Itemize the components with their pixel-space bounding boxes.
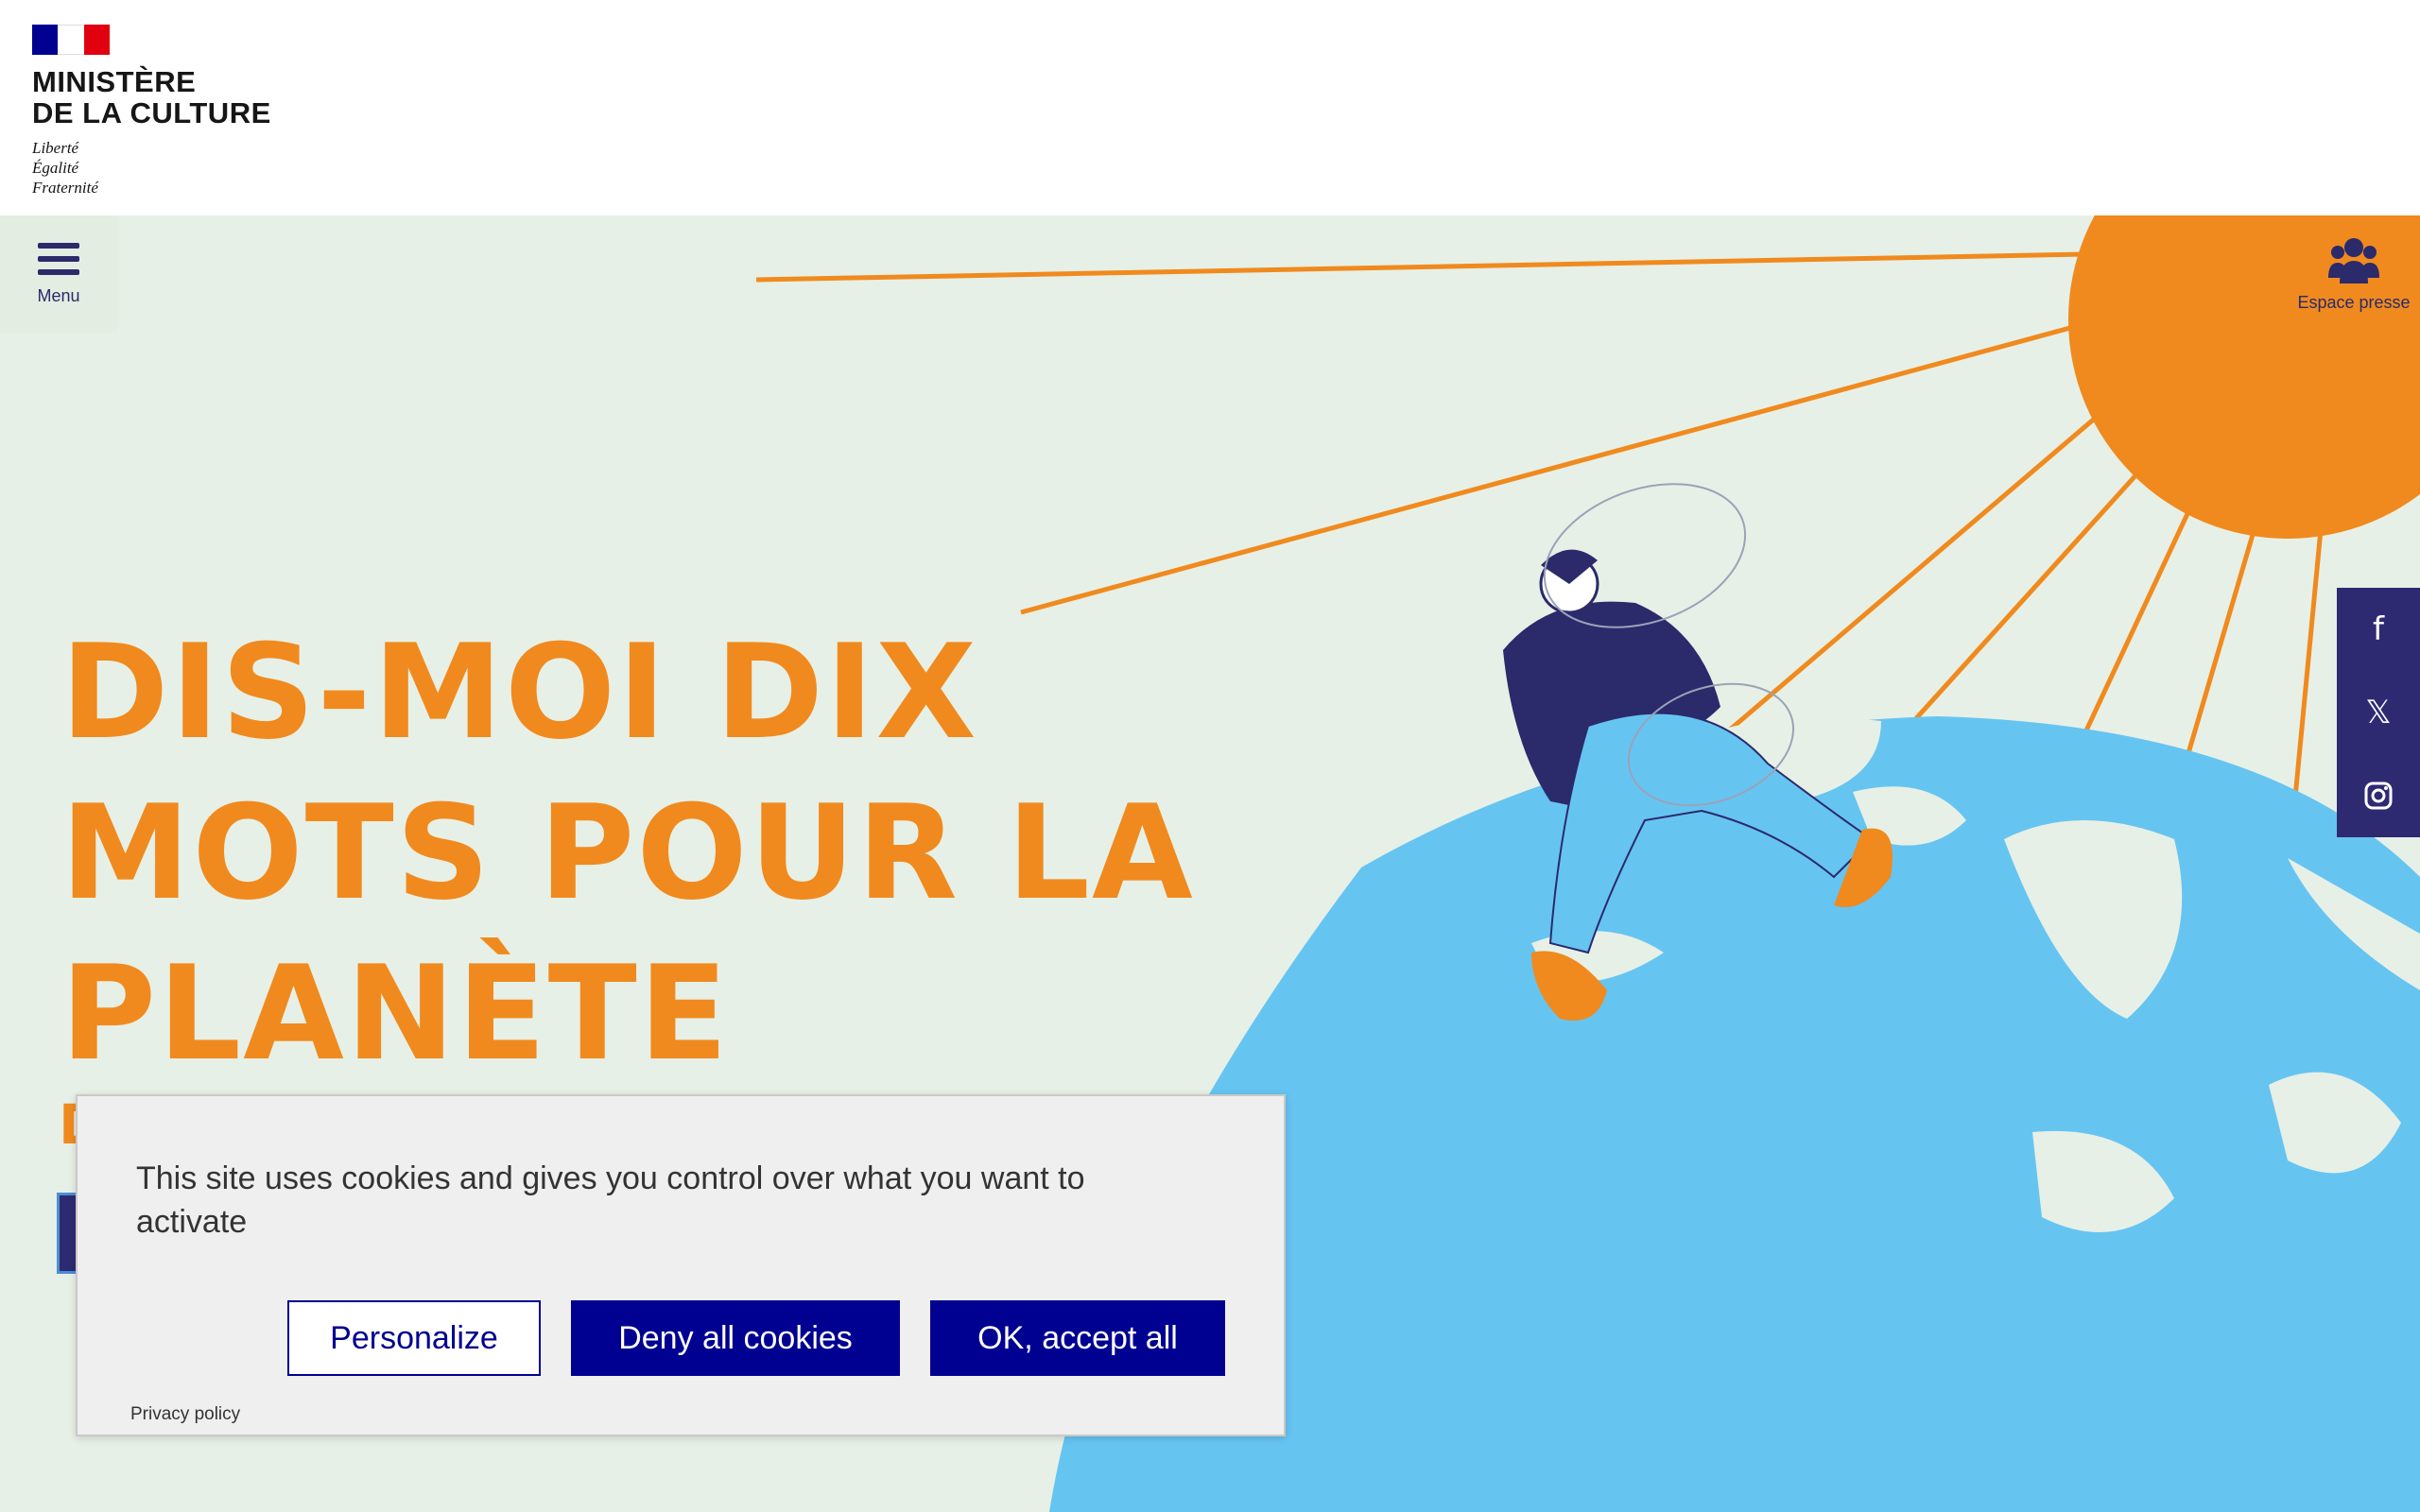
- deny-all-cookies-button[interactable]: Deny all cookies: [571, 1300, 900, 1376]
- press-space-button[interactable]: Espace presse: [2288, 215, 2420, 333]
- hero-title: DIS-MOI DIX MOTS POUR LA PLANÈTE: [60, 616, 1195, 1090]
- users-group-icon: [2328, 237, 2379, 284]
- instagram-icon[interactable]: [2337, 754, 2420, 837]
- personalize-button[interactable]: Personalize: [287, 1300, 541, 1376]
- menu-button[interactable]: Menu: [0, 215, 117, 333]
- republic-flag-icon: [32, 25, 110, 55]
- menu-label: Menu: [37, 285, 80, 305]
- x-icon[interactable]: 𝕏: [2337, 671, 2420, 754]
- accept-all-cookies-button[interactable]: OK, accept all: [930, 1300, 1225, 1376]
- social-share-bar: f 𝕏: [2337, 588, 2420, 837]
- press-space-label: Espace presse: [2297, 292, 2411, 312]
- site-header: MINISTÈRE DE LA CULTURE Liberté Égalité …: [0, 0, 2420, 215]
- republic-motto: Liberté Égalité Fraternité: [32, 139, 98, 197]
- ministry-name: MINISTÈRE DE LA CULTURE: [32, 65, 271, 129]
- cookie-message: This site uses cookies and gives you con…: [136, 1160, 1085, 1240]
- hamburger-icon: [38, 242, 79, 275]
- facebook-icon[interactable]: f: [2337, 588, 2420, 671]
- ministry-logo[interactable]: MINISTÈRE DE LA CULTURE Liberté Égalité …: [32, 25, 271, 198]
- cookie-consent-banner: This site uses cookies and gives you con…: [76, 1094, 1286, 1436]
- privacy-policy-link[interactable]: Privacy policy: [130, 1404, 240, 1425]
